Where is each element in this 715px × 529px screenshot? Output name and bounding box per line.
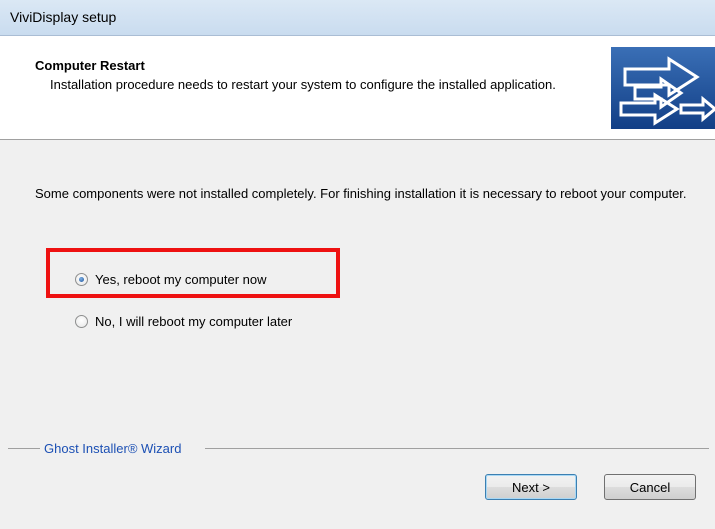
cancel-button[interactable]: Cancel (604, 474, 696, 500)
wizard-brand-label: Ghost Installer® Wizard (42, 441, 184, 456)
page-subtitle: Installation procedure needs to restart … (50, 77, 556, 92)
radio-reboot-later[interactable]: No, I will reboot my computer later (75, 312, 292, 330)
next-button[interactable]: Next > (485, 474, 577, 500)
radio-button-unchecked[interactable] (75, 314, 88, 328)
header-panel: Computer Restart Installation procedure … (0, 36, 715, 140)
title-bar[interactable]: ViviDisplay setup (0, 0, 715, 36)
footer-divider-right (205, 448, 709, 449)
radio-button-checked[interactable] (75, 272, 88, 286)
arrows-logo-icon (611, 47, 715, 129)
page-title: Computer Restart (35, 58, 145, 73)
radio-reboot-later-label: No, I will reboot my computer later (95, 313, 293, 329)
radio-reboot-now-label: Yes, reboot my computer now (95, 271, 267, 287)
footer-divider-left (8, 448, 40, 449)
setup-window: ViviDisplay setup Computer Restart Insta… (0, 0, 715, 529)
restart-message: Some components were not installed compl… (35, 186, 687, 201)
window-title: ViviDisplay setup (10, 9, 117, 25)
radio-reboot-now[interactable]: Yes, reboot my computer now (75, 270, 267, 288)
